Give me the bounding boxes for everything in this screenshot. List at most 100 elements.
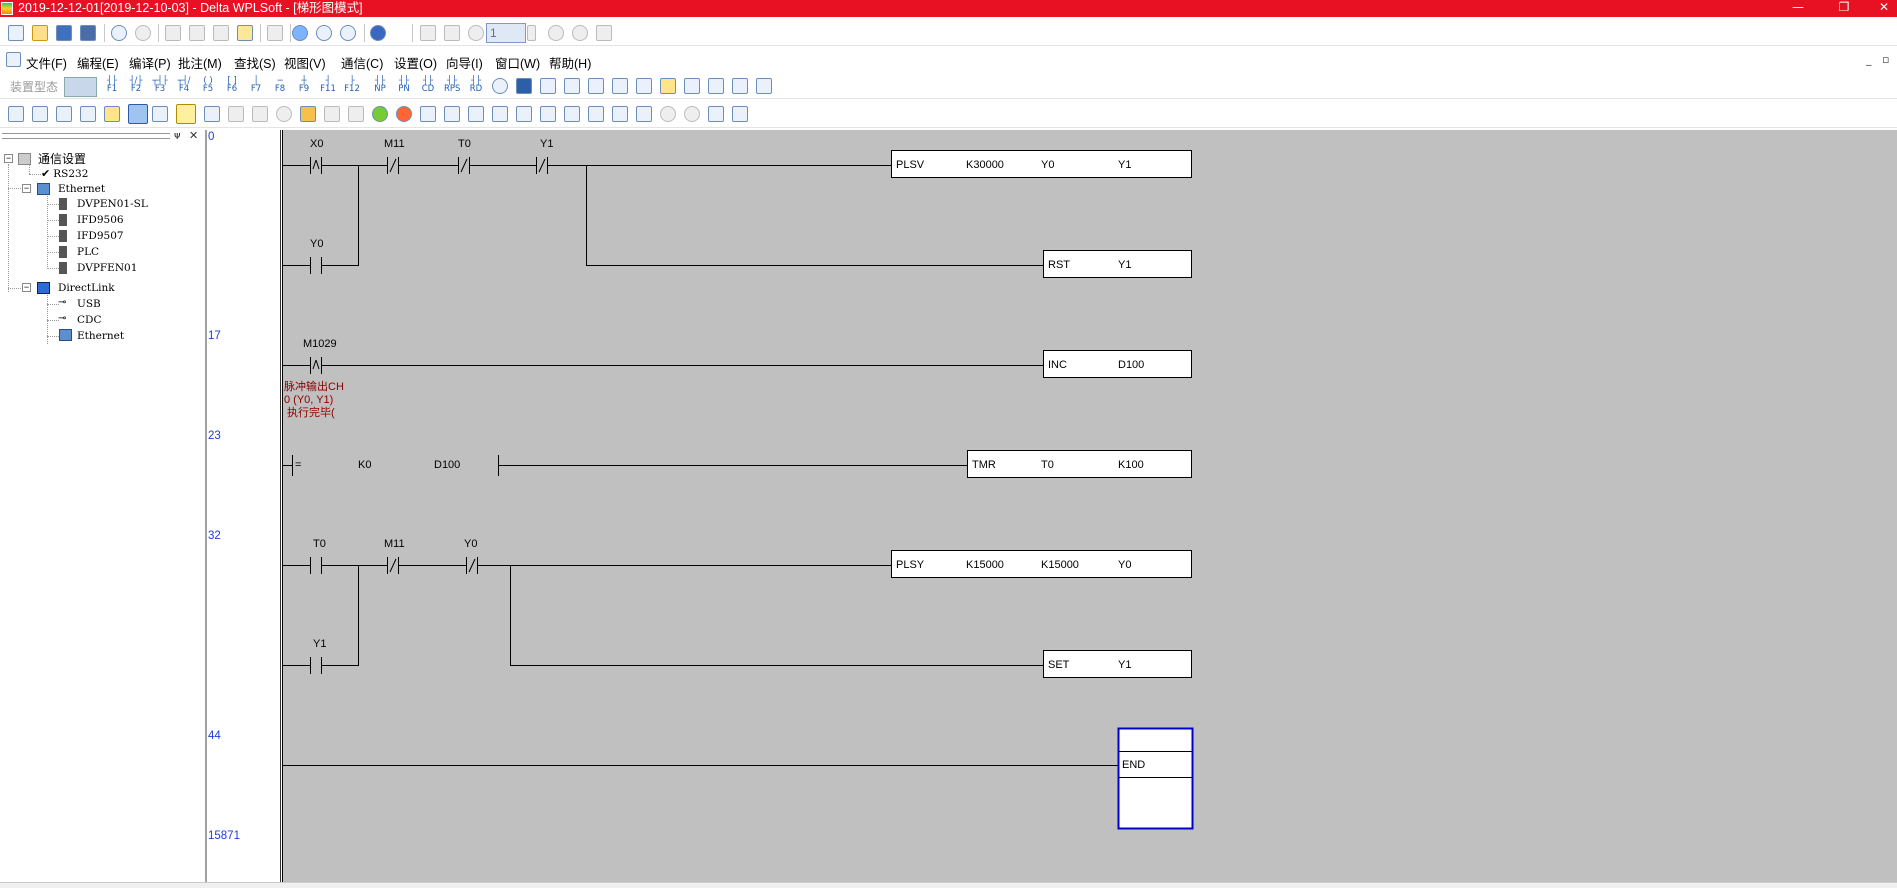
mail-icon[interactable]	[660, 78, 676, 94]
spin-arrows-icon[interactable]	[527, 25, 536, 41]
tool-icon-23[interactable]	[540, 106, 556, 122]
f2-contact-icon[interactable]: ┤/├ F2	[128, 77, 144, 94]
redo-icon[interactable]	[135, 25, 151, 41]
f8-hline-icon[interactable]: ─ F8	[272, 77, 288, 94]
tool-icon-2[interactable]	[32, 106, 48, 122]
tool-icon-10[interactable]	[228, 106, 244, 122]
tool-icon-18[interactable]	[420, 106, 436, 122]
menu-view[interactable]: 视图(V)	[284, 53, 326, 72]
network-icon[interactable]	[684, 78, 700, 94]
stop-plc-icon[interactable]	[396, 106, 412, 122]
ladder-mode-icon[interactable]	[516, 78, 532, 94]
compare-s2[interactable]: D100	[434, 459, 460, 471]
help-icon[interactable]	[370, 25, 386, 41]
save-icon[interactable]	[56, 25, 72, 41]
tool-icon-21[interactable]	[492, 106, 508, 122]
mdi-minimize-button[interactable]: _	[1866, 53, 1872, 66]
find-next-icon[interactable]	[684, 106, 700, 122]
menu-edit[interactable]: 编程(E)	[77, 53, 119, 72]
tool-icon-3[interactable]	[56, 106, 72, 122]
bulb-icon[interactable]	[276, 106, 292, 122]
instr-rst-name[interactable]: RST	[1048, 259, 1070, 271]
instr-plsv-name[interactable]: PLSV	[896, 159, 925, 171]
instr-plsy-operand[interactable]: K15000	[1041, 559, 1079, 571]
contact-t0[interactable]: T0	[458, 138, 471, 150]
menu-wizard[interactable]: 向导(I)	[446, 53, 483, 72]
copy-icon[interactable]	[189, 25, 205, 41]
f6-app-icon[interactable]: [ ] F6	[224, 77, 240, 94]
menu-search[interactable]: 查找(S)	[234, 53, 276, 72]
rotate-icon[interactable]	[267, 25, 283, 41]
tool-icon-20[interactable]	[468, 106, 484, 122]
ladder-diagram-area[interactable]: X0 M11 T0 Y1 Y0 PLSV K30000 Y0 Y1 RST Y1…	[282, 130, 1897, 882]
mode-icon[interactable]	[492, 78, 508, 94]
find-icon[interactable]	[660, 106, 676, 122]
save-as-icon[interactable]	[80, 25, 96, 41]
chart-icon[interactable]	[564, 78, 580, 94]
tree-node-plc[interactable]: PLC	[77, 245, 99, 259]
menu-options[interactable]: 设置(O)	[394, 53, 437, 72]
tree-expander-directlink[interactable]: −	[22, 283, 31, 292]
tree-node-rs232[interactable]: ✔ RS232	[41, 167, 88, 181]
contact-y0-rung32[interactable]: Y0	[464, 538, 477, 550]
io-icon[interactable]	[732, 78, 748, 94]
undo-icon[interactable]	[111, 25, 127, 41]
contact-x0[interactable]: X0	[310, 138, 323, 150]
tool-icon-13[interactable]	[300, 106, 316, 122]
tool-icon-22[interactable]	[516, 106, 532, 122]
instr-tmr-operand[interactable]: K100	[1118, 459, 1144, 471]
compare-operator[interactable]: =	[295, 459, 301, 471]
f5-coil-icon[interactable]: ( ) F5	[200, 77, 216, 94]
instr-set-name[interactable]: SET	[1048, 659, 1070, 671]
cd-icon[interactable]: ┤├ CD	[420, 77, 436, 94]
instr-plsy-operand[interactable]: Y0	[1118, 559, 1131, 571]
menu-file[interactable]: 文件(F)	[26, 53, 67, 72]
cut-icon[interactable]	[165, 25, 181, 41]
tool-icon-11[interactable]	[252, 106, 268, 122]
pane-close-icon[interactable]: ✕	[189, 129, 198, 142]
tool-icon-14[interactable]	[324, 106, 340, 122]
tree-node-directlink-ethernet[interactable]: Ethernet	[77, 329, 124, 343]
device-type-combo[interactable]	[64, 77, 97, 97]
device-icon[interactable]	[708, 78, 724, 94]
paste-icon[interactable]	[213, 25, 229, 41]
tool-icon-31[interactable]	[732, 106, 748, 122]
tool-icon-19[interactable]	[444, 106, 460, 122]
timer-icon[interactable]	[468, 25, 484, 41]
tree-expander-ethernet[interactable]: −	[22, 184, 31, 193]
contact-t0-rung32[interactable]: T0	[313, 538, 326, 550]
run-icon[interactable]	[372, 106, 388, 122]
menu-communication[interactable]: 通信(C)	[341, 53, 383, 72]
rd-icon[interactable]: ┤├ RD	[468, 77, 484, 94]
instr-plsy-operand[interactable]: K15000	[966, 559, 1004, 571]
table-icon[interactable]	[636, 78, 652, 94]
f12-icon[interactable]: ├ F12	[344, 77, 360, 94]
memory-icon[interactable]	[756, 78, 772, 94]
tool-icon-4[interactable]	[80, 106, 96, 122]
instr-plsv-operand[interactable]: Y1	[1118, 159, 1131, 171]
menu-help[interactable]: 帮助(H)	[549, 53, 591, 72]
np-icon[interactable]: ┤├ NP	[372, 77, 388, 94]
instr-tmr-operand[interactable]: T0	[1041, 459, 1054, 471]
position-field[interactable]: 1	[486, 23, 526, 43]
eraser-icon[interactable]	[237, 25, 253, 41]
f7-vline-icon[interactable]: │ F7	[248, 77, 264, 94]
instr-inc-name[interactable]: INC	[1048, 359, 1067, 371]
tree-expander-root[interactable]: −	[4, 154, 13, 163]
pen-icon[interactable]	[204, 106, 220, 122]
tool-icon-27[interactable]	[636, 106, 652, 122]
contact-m11[interactable]: M11	[384, 138, 405, 150]
refresh-icon[interactable]	[572, 25, 588, 41]
tool-icon-24[interactable]	[564, 106, 580, 122]
close-button[interactable]: ✕	[1864, 0, 1897, 17]
zoom-in-icon[interactable]	[316, 25, 332, 41]
tool-icon-15[interactable]	[348, 106, 364, 122]
f11-icon[interactable]: ┤ F11	[320, 77, 336, 94]
minimize-button[interactable]: —	[1778, 0, 1818, 17]
new-file-icon[interactable]	[8, 25, 24, 41]
pin-icon[interactable]: ᴪ	[174, 129, 181, 142]
contact-y0[interactable]: Y0	[310, 238, 323, 250]
instr-end[interactable]: END	[1122, 759, 1145, 771]
tool-icon-1[interactable]	[8, 106, 24, 122]
tool-icon-30[interactable]	[708, 106, 724, 122]
